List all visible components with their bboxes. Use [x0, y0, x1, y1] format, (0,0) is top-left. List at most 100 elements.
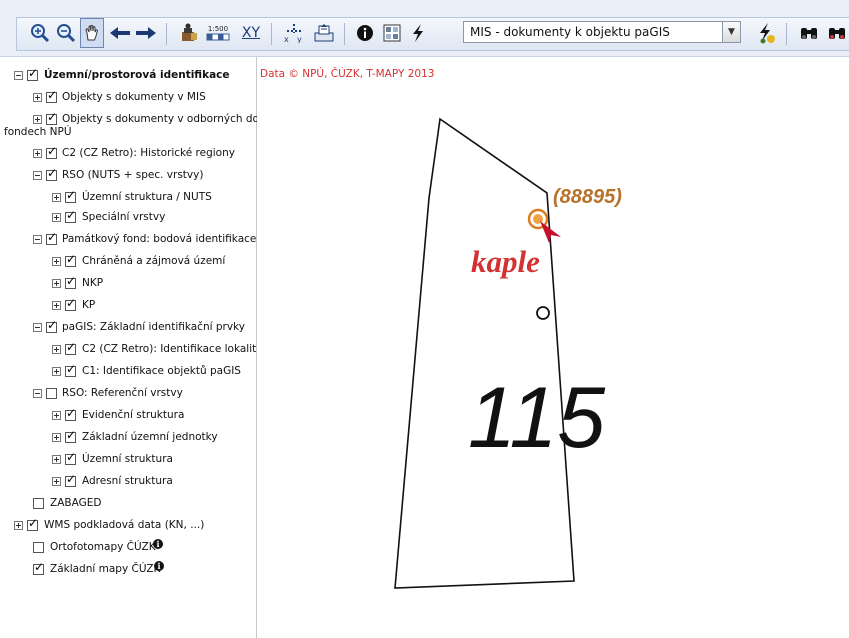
tree-item-label: Ortofotomapy ČÚZK: [50, 541, 156, 553]
tree-item-label: Základní územní jednotky: [82, 431, 218, 443]
object-name-label: kaple: [471, 244, 540, 279]
binoculars-icon[interactable]: [825, 18, 849, 48]
layer-checkbox[interactable]: [65, 209, 76, 223]
tree-item-label: Základní mapy ČÚZK: [50, 563, 161, 575]
collapse-icon[interactable]: [33, 235, 42, 244]
layer-checkbox[interactable]: [46, 167, 57, 181]
layer-checkbox[interactable]: [46, 145, 57, 159]
tree-item-label: RSO: Referenční vrstvy: [62, 387, 183, 399]
identify-icon[interactable]: [177, 18, 201, 48]
collapse-icon[interactable]: [33, 323, 42, 332]
expand-icon[interactable]: [52, 257, 61, 266]
zoom-in-icon[interactable]: [29, 18, 51, 48]
parcel-definition-point: [536, 306, 550, 320]
tree-item-label: Speciální vrstvy: [82, 211, 166, 223]
layer-checkbox[interactable]: [65, 341, 76, 355]
layer-checkbox[interactable]: [27, 517, 38, 531]
scale-label: 1:500: [207, 25, 229, 33]
layer-checkbox[interactable]: [46, 388, 57, 399]
lightning-tool-icon[interactable]: [753, 18, 779, 48]
expand-icon[interactable]: [52, 411, 61, 420]
expand-icon[interactable]: [52, 193, 61, 202]
layer-checkbox[interactable]: [65, 253, 76, 267]
layer-checkbox[interactable]: [33, 561, 44, 575]
tree-item-label: C2 (CZ Retro): Historické regiony: [62, 147, 235, 159]
expand-icon[interactable]: [33, 93, 42, 102]
xy-icon: XY: [241, 25, 261, 41]
layer-checkbox[interactable]: [46, 319, 57, 333]
layer-checkbox[interactable]: [65, 451, 76, 465]
layer-checkbox[interactable]: [46, 231, 57, 245]
info-icon[interactable]: [354, 18, 376, 48]
expand-icon[interactable]: [52, 301, 61, 310]
tree-item-label: Územní struktura / NUTS: [82, 191, 212, 203]
tree-item-label: Památkový fond: bodová identifikace: [62, 233, 257, 245]
expand-icon[interactable]: [52, 433, 61, 442]
expand-icon[interactable]: [52, 345, 61, 354]
print-icon[interactable]: [311, 18, 337, 48]
tree-item-label: Adresní struktura: [82, 475, 173, 487]
layer-checkbox[interactable]: [46, 89, 57, 103]
layer-checkbox[interactable]: [65, 189, 76, 203]
svg-text:y: y: [297, 35, 302, 43]
measure-icon[interactable]: xy: [281, 18, 307, 48]
info-icon[interactable]: i: [153, 539, 163, 549]
binoculars-icon[interactable]: [797, 18, 821, 48]
map-view[interactable]: Data © NPÚ, ČÚZK, T-MAPY 2013 (88895) ka…: [257, 57, 849, 638]
tree-item-label: C1: Identifikace objektů paGIS: [82, 365, 241, 377]
tree-item-label: Územní struktura: [82, 453, 173, 465]
layer-checkbox[interactable]: [65, 473, 76, 487]
parcel-outline[interactable]: [394, 117, 575, 589]
toolbar-separator: [344, 23, 345, 45]
layer-checkbox[interactable]: [33, 542, 44, 553]
layer-checkbox[interactable]: [65, 297, 76, 311]
layer-checkbox[interactable]: [65, 407, 76, 421]
tree-item-label: NKP: [82, 277, 104, 289]
chevron-down-icon[interactable]: ▼: [722, 22, 740, 42]
toolbar-separator: [786, 23, 787, 45]
layer-checkbox[interactable]: [27, 67, 38, 81]
tree-item-label: Objekty s dokumenty v odborných dok.: [62, 113, 269, 125]
kaple-marker-icon[interactable]: [527, 208, 561, 243]
object-id-label: (88895): [553, 186, 622, 208]
scale-button[interactable]: 1:500: [203, 18, 233, 48]
layer-checkbox[interactable]: [65, 363, 76, 377]
tree-item-label: RSO (NUTS + spec. vrstvy): [62, 169, 204, 181]
expand-icon[interactable]: [52, 455, 61, 464]
expand-icon[interactable]: [33, 115, 42, 124]
tree-item-label: Územní/prostorová identifikace: [44, 69, 230, 81]
lightning-icon[interactable]: [407, 18, 429, 48]
collapse-icon[interactable]: [33, 171, 42, 180]
layer-checkbox[interactable]: [46, 111, 57, 125]
layer-checkbox[interactable]: [65, 275, 76, 289]
expand-icon[interactable]: [52, 367, 61, 376]
expand-icon[interactable]: [52, 213, 61, 222]
expand-icon[interactable]: [33, 149, 42, 158]
toolbar-strip: 1:500 XY xy MIS - dokumenty k objektu pa…: [16, 17, 849, 51]
collapse-icon[interactable]: [33, 389, 42, 398]
toolbar-separator: [166, 23, 167, 45]
tree-item-label: Objekty s dokumenty v MIS: [62, 91, 206, 103]
layer-select[interactable]: MIS - dokumenty k objektu paGIS ▼: [463, 21, 741, 43]
tree-item-label: Evidenční struktura: [82, 409, 185, 421]
tree-item-label: KP: [82, 299, 96, 311]
arrow-right-icon[interactable]: [134, 18, 158, 48]
parcel-number-label: 115: [468, 370, 606, 466]
collapse-icon[interactable]: [14, 71, 23, 80]
layer-checkbox[interactable]: [33, 498, 44, 509]
xy-coordinates-button[interactable]: XY: [238, 18, 264, 48]
pan-hand-icon[interactable]: [80, 18, 104, 48]
info-icon[interactable]: i: [154, 561, 164, 571]
expand-icon[interactable]: [14, 521, 23, 530]
toolbar: 1:500 XY xy MIS - dokumenty k objektu pa…: [0, 0, 849, 57]
toolbar-separator: [271, 23, 272, 45]
expand-icon[interactable]: [52, 279, 61, 288]
layer-select-value: MIS - dokumenty k objektu paGIS: [470, 25, 670, 39]
tree-item-label: paGIS: Základní identifikační prvky: [62, 321, 245, 333]
layer-checkbox[interactable]: [65, 429, 76, 443]
grid-icon[interactable]: [380, 18, 404, 48]
arrow-left-icon[interactable]: [108, 18, 132, 48]
expand-icon[interactable]: [52, 477, 61, 486]
tree-item-label: ZABAGED: [50, 497, 102, 509]
zoom-out-icon[interactable]: [55, 18, 77, 48]
